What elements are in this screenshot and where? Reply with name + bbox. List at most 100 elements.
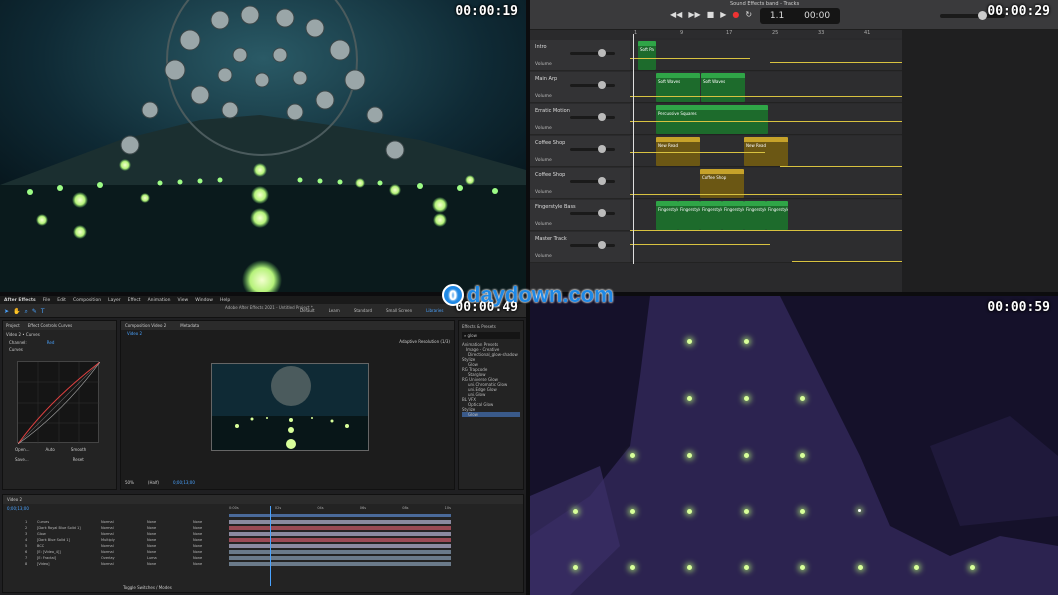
layer-name[interactable]: [Dark Royal Blue Solid 1] [37,526,81,530]
lane-coffee-shop-1[interactable]: New Read New Read [630,136,902,167]
tab-composition[interactable]: Composition Video 2 [125,323,166,328]
zoom-tool-icon[interactable]: ⌕ [25,308,28,316]
lane-intro[interactable]: Soft Pa [630,40,902,71]
layer-bar[interactable] [229,556,451,560]
track-header-coffee-shop-1[interactable]: Coffee Shop Volume [530,136,630,167]
cycle-icon[interactable]: ↻ [745,10,752,19]
layer-trkmat[interactable]: None [147,550,156,554]
region[interactable]: Soft Pa [638,41,656,70]
track-header-fingerstyle-bass[interactable]: Fingerstyle Bass Volume [530,200,630,231]
automation-label[interactable]: Volume [535,126,552,131]
track-header-master[interactable]: Master Track Volume [530,232,630,263]
lane-main-arp[interactable]: Soft Waves Soft Waves [630,72,902,103]
layer-row[interactable]: 3 Glow Normal None None [3,532,525,537]
auto-button[interactable]: Auto [46,447,55,452]
tab-effect-controls[interactable]: Effect Controls Curves [28,323,72,328]
layer-mode[interactable]: Multiply [101,538,115,542]
layer-mode[interactable]: Normal [101,526,114,530]
track-volume-slider[interactable] [570,81,615,89]
menu-item[interactable]: After Effects [4,298,36,303]
slider-knob[interactable] [598,49,606,57]
stop-icon[interactable]: ■ [707,10,715,19]
lane-erratic-motion[interactable]: Percussive Squares [630,104,902,135]
layer-parent[interactable]: None [193,550,202,554]
automation-label[interactable]: Volume [535,62,552,67]
effect-item[interactable]: Glow [462,412,520,417]
layer-trkmat[interactable]: None [147,544,156,548]
rewind-icon[interactable]: ◀◀ [670,10,682,19]
track-volume-slider[interactable] [570,113,615,121]
region[interactable]: Fingerstyle [700,201,722,230]
master-volume-knob[interactable] [978,11,987,20]
layer-bar[interactable] [229,562,451,566]
layer-bar[interactable] [229,538,451,542]
curves-graph[interactable] [17,361,101,445]
playhead[interactable] [633,34,634,264]
search-input[interactable]: ⌕ glow [462,332,520,339]
track-volume-slider[interactable] [570,49,615,57]
layer-row[interactable]: 7 [E: Fractal] Overlay Luma None [3,556,525,561]
layer-trkmat[interactable]: None [147,520,156,524]
channel-dropdown[interactable]: Red [47,340,55,345]
menu-item[interactable]: Edit [57,298,66,303]
time-ruler[interactable]: 0:00s 02s 04s 06s 08s 10s [229,506,451,512]
track-header-main-arp[interactable]: Main Arp Volume [530,72,630,103]
region[interactable]: Fingerstyle [766,201,788,230]
track-volume-slider[interactable] [570,209,615,217]
slider-knob[interactable] [598,113,606,121]
slider-knob[interactable] [598,241,606,249]
layer-mode[interactable]: Normal [101,520,114,524]
layer-name[interactable]: [E: Fractal] [37,556,56,560]
layer-row[interactable]: 2 [Dark Royal Blue Solid 1] Normal None … [3,526,525,531]
zoom-dropdown[interactable]: 50% [125,480,134,485]
quality-dropdown[interactable]: (Half) [148,480,159,485]
layer-bar[interactable] [229,526,451,530]
automation-line[interactable] [630,96,902,97]
workspace-item[interactable]: Learn [329,308,340,313]
pen-tool-icon[interactable]: ✎ [32,308,37,316]
layer-parent[interactable]: None [193,526,202,530]
layer-row[interactable]: 4 [Dark Blue Solid 1] Multiply None None [3,538,525,543]
lane-coffee-shop-2[interactable]: Coffee Shop [630,168,902,199]
selection-tool-icon[interactable]: ➤ [4,308,9,316]
region[interactable]: Fingerstyle [744,201,766,230]
track-header-intro[interactable]: Intro Volume [530,40,630,71]
layer-parent[interactable]: None [193,538,202,542]
menu-item[interactable]: File [43,298,51,303]
layer-mode[interactable]: Normal [101,550,114,554]
layer-trkmat[interactable]: None [147,538,156,542]
reset-button[interactable]: Reset [73,457,84,462]
slider-knob[interactable] [598,177,606,185]
layer-parent[interactable]: None [193,544,202,548]
lane-master[interactable] [630,232,902,263]
layer-parent[interactable]: None [193,556,202,560]
smooth-button[interactable]: Smooth [71,447,86,452]
automation-line[interactable] [630,194,902,195]
region[interactable]: Fingerstyle [656,201,678,230]
play-icon[interactable]: ▶ [720,10,726,19]
layer-trkmat[interactable]: None [147,526,156,530]
layer-parent[interactable]: None [193,520,202,524]
open-button[interactable]: Open... [15,447,30,452]
track-volume-slider[interactable] [570,145,615,153]
automation-line[interactable] [792,261,902,262]
menu-item[interactable]: View [178,298,189,303]
text-tool-icon[interactable]: T [41,308,45,316]
layer-mode[interactable]: Overlay [101,556,115,560]
tab-timeline[interactable]: Video 2 [3,495,523,504]
layer-mode[interactable]: Normal [101,562,114,566]
layer-name[interactable]: [Video] [37,562,50,566]
track-volume-slider[interactable] [570,241,615,249]
work-area-bar[interactable] [229,514,451,517]
layer-row[interactable]: 8 [Video] Normal None None [3,562,525,567]
layer-name[interactable]: Glow [37,532,46,536]
layer-trkmat[interactable]: Luma [147,556,157,560]
comp-breadcrumb[interactable]: Video 2 [121,330,454,337]
automation-label[interactable]: Volume [535,222,552,227]
region[interactable]: Soft Waves [656,73,700,102]
layer-mode[interactable]: Normal [101,532,114,536]
slider-knob[interactable] [598,81,606,89]
region[interactable]: Percussive Squares [656,105,768,134]
layer-row[interactable]: 6 [E: [Video_4]] Normal None None [3,550,525,555]
layer-row[interactable]: 5 BCC Normal None None [3,544,525,549]
